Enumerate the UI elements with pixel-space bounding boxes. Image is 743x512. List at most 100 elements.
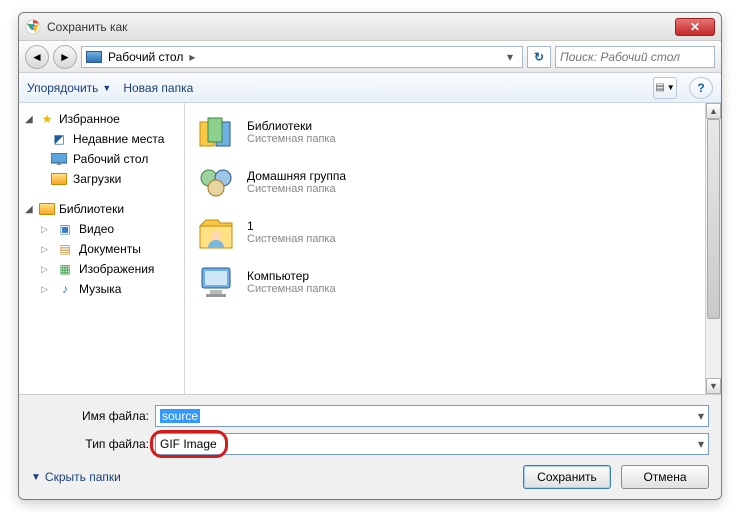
content-scrollbar[interactable]: ▲ ▼ xyxy=(705,103,721,394)
pictures-icon: ▦ xyxy=(57,261,73,277)
cancel-button[interactable]: Отмена xyxy=(621,465,709,489)
filetype-select[interactable]: GIF Image ▾ xyxy=(155,433,709,455)
address-bar[interactable]: Рабочий стол ▸ ▾ xyxy=(81,46,523,68)
sidebar-item-documents[interactable]: ▷ ▤ Документы xyxy=(19,239,184,259)
new-folder-button[interactable]: Новая папка xyxy=(123,81,193,95)
help-button[interactable]: ? xyxy=(689,77,713,99)
help-icon: ? xyxy=(697,81,704,95)
item-subtype: Системная папка xyxy=(247,133,336,145)
sidebar-item-downloads[interactable]: Загрузки xyxy=(19,169,184,189)
breadcrumb-arrow-icon[interactable]: ▸ xyxy=(189,50,195,64)
libraries-header[interactable]: ◢ Библиотеки xyxy=(19,199,184,219)
scroll-down-button[interactable]: ▼ xyxy=(706,378,721,394)
item-name: 1 xyxy=(247,219,336,233)
chevron-down-icon[interactable]: ▾ xyxy=(698,409,704,423)
navigation-sidebar: ◢ ★ Избранное ◩ Недавние места Рабочий с… xyxy=(19,103,185,394)
user-folder-icon xyxy=(195,211,237,253)
refresh-icon: ↻ xyxy=(534,50,544,64)
sidebar-item-recent[interactable]: ◩ Недавние места xyxy=(19,129,184,149)
documents-icon: ▤ xyxy=(57,241,73,257)
view-options-button[interactable]: ▤ ▼ xyxy=(653,77,677,99)
save-as-dialog: Сохранить как ✕ ◄ ► Рабочий стол ▸ ▾ ↻ 🔍… xyxy=(18,12,722,500)
filetype-value: GIF Image xyxy=(160,437,698,451)
desktop-icon xyxy=(51,151,67,167)
address-dropdown-button[interactable]: ▾ xyxy=(502,50,518,64)
sidebar-item-label: Видео xyxy=(79,222,114,236)
organize-button[interactable]: Упорядочить ▼ xyxy=(27,81,111,95)
item-name: Библиотеки xyxy=(247,119,336,133)
view-icon: ▤ xyxy=(655,82,664,93)
sidebar-item-label: Загрузки xyxy=(73,172,121,186)
favorites-header[interactable]: ◢ ★ Избранное xyxy=(19,109,184,129)
dialog-footer: Имя файла: source ▾ Тип файла: GIF Image… xyxy=(19,394,721,499)
close-button[interactable]: ✕ xyxy=(675,18,715,36)
navigation-bar: ◄ ► Рабочий стол ▸ ▾ ↻ 🔍 xyxy=(19,41,721,73)
location-text: Рабочий стол xyxy=(108,50,183,64)
expand-icon: ▷ xyxy=(41,284,51,295)
chrome-icon xyxy=(25,19,41,35)
search-icon: 🔍 xyxy=(721,50,722,64)
expand-icon: ▷ xyxy=(41,244,51,255)
star-icon: ★ xyxy=(39,111,55,127)
favorites-group: ◢ ★ Избранное ◩ Недавние места Рабочий с… xyxy=(19,109,184,189)
button-row: ▼ Скрыть папки Сохранить Отмена xyxy=(31,465,709,489)
video-icon: ▣ xyxy=(57,221,73,237)
arrow-right-icon: ► xyxy=(59,50,71,64)
expand-icon: ▷ xyxy=(41,224,51,235)
save-button[interactable]: Сохранить xyxy=(523,465,611,489)
item-name: Компьютер xyxy=(247,269,336,283)
item-name: Домашняя группа xyxy=(247,169,346,183)
downloads-icon xyxy=(51,171,67,187)
chevron-down-icon: ▼ xyxy=(102,83,111,93)
expand-icon: ▷ xyxy=(41,264,51,275)
titlebar: Сохранить как ✕ xyxy=(19,13,721,41)
sidebar-item-video[interactable]: ▷ ▣ Видео xyxy=(19,219,184,239)
collapse-icon: ◢ xyxy=(25,114,35,125)
recent-icon: ◩ xyxy=(51,131,67,147)
item-subtype: Системная папка xyxy=(247,283,336,295)
filename-row: Имя файла: source ▾ xyxy=(31,405,709,427)
search-input[interactable] xyxy=(560,50,717,64)
new-folder-label: Новая папка xyxy=(123,81,193,95)
list-item[interactable]: Домашняя группаСистемная папка xyxy=(195,161,711,203)
chevron-down-icon[interactable]: ▾ xyxy=(698,437,704,451)
libraries-label: Библиотеки xyxy=(59,202,124,216)
desktop-icon xyxy=(86,51,102,63)
sidebar-item-label: Музыка xyxy=(79,282,121,296)
back-button[interactable]: ◄ xyxy=(25,45,49,69)
refresh-button[interactable]: ↻ xyxy=(527,46,551,68)
filetype-row: Тип файла: GIF Image ▾ xyxy=(31,433,709,455)
scroll-up-button[interactable]: ▲ xyxy=(706,103,721,119)
forward-button[interactable]: ► xyxy=(53,45,77,69)
libraries-group: ◢ Библиотеки ▷ ▣ Видео ▷ ▤ Документы ▷ ▦ xyxy=(19,199,184,299)
file-list: БиблиотекиСистемная папка Домашняя групп… xyxy=(185,103,721,394)
computer-icon xyxy=(195,261,237,303)
hide-folders-label: Скрыть папки xyxy=(45,470,121,484)
list-item[interactable]: 1Системная папка xyxy=(195,211,711,253)
list-item[interactable]: БиблиотекиСистемная папка xyxy=(195,111,711,153)
list-item[interactable]: КомпьютерСистемная папка xyxy=(195,261,711,303)
libraries-icon xyxy=(195,111,237,153)
window-title: Сохранить как xyxy=(47,20,675,34)
favorites-label: Избранное xyxy=(59,112,120,126)
close-icon: ✕ xyxy=(690,20,700,34)
libraries-icon xyxy=(39,201,55,217)
filename-input[interactable]: source ▾ xyxy=(155,405,709,427)
sidebar-item-label: Документы xyxy=(79,242,141,256)
arrow-left-icon: ◄ xyxy=(31,50,43,64)
toolbar: Упорядочить ▼ Новая папка ▤ ▼ ? xyxy=(19,73,721,103)
organize-label: Упорядочить xyxy=(27,81,98,95)
filename-label: Имя файла: xyxy=(31,409,149,423)
search-box[interactable]: 🔍 xyxy=(555,46,715,68)
item-subtype: Системная папка xyxy=(247,183,346,195)
scroll-thumb[interactable] xyxy=(707,119,720,319)
sidebar-item-pictures[interactable]: ▷ ▦ Изображения xyxy=(19,259,184,279)
sidebar-item-desktop[interactable]: Рабочий стол xyxy=(19,149,184,169)
homegroup-icon xyxy=(195,161,237,203)
sidebar-item-music[interactable]: ▷ ♪ Музыка xyxy=(19,279,184,299)
chevron-down-icon: ▼ xyxy=(667,83,675,92)
hide-folders-button[interactable]: ▼ Скрыть папки xyxy=(31,470,121,484)
collapse-icon: ◢ xyxy=(25,204,35,215)
chevron-down-icon: ▼ xyxy=(31,472,41,483)
filetype-label: Тип файла: xyxy=(31,437,149,451)
